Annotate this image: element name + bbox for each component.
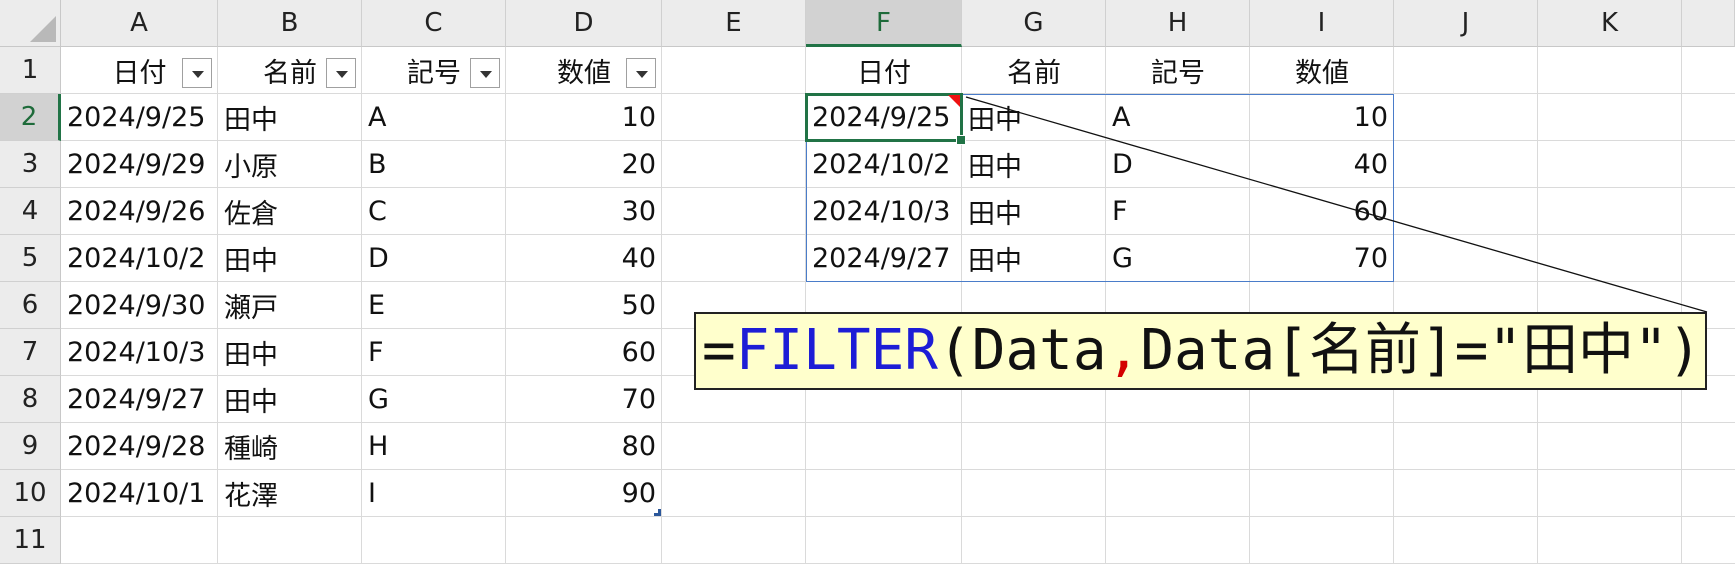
- callout-connector: [965, 96, 1708, 313]
- formula-arg-data: Data: [971, 318, 1107, 383]
- formula-close-paren: ): [1667, 318, 1702, 383]
- formula-function: FILTER: [735, 318, 939, 383]
- formula-callout: =FILTER(Data,Data[名前]="田中"): [694, 312, 1707, 390]
- formula-comma: ,: [1106, 318, 1141, 383]
- formula-open-paren: (: [938, 318, 972, 383]
- callout-connector-line: [965, 96, 1708, 313]
- formula-arg-condition: Data[名前]="田中": [1140, 318, 1668, 383]
- formula-equals: =: [702, 318, 736, 383]
